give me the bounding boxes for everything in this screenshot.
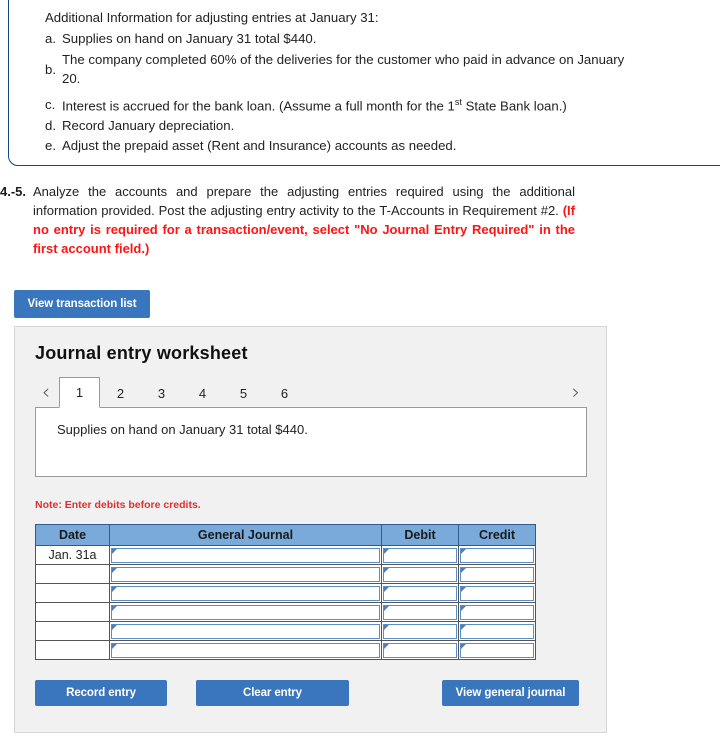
tab-content-text: Supplies on hand on January 31 total $44… — [57, 422, 308, 437]
clear-entry-button[interactable]: Clear entry — [196, 680, 349, 706]
column-header-general-journal: General Journal — [109, 524, 382, 546]
cell-credit-6[interactable] — [458, 640, 536, 660]
tab-content-panel: Supplies on hand on January 31 total $44… — [35, 407, 587, 477]
cell-date-1[interactable]: Jan. 31a — [35, 545, 110, 565]
debit-input-5[interactable] — [383, 623, 457, 639]
prev-arrow-icon[interactable]: ‹ — [35, 379, 57, 405]
cell-debit-4[interactable] — [381, 602, 459, 622]
cell-credit-5[interactable] — [458, 621, 536, 641]
table-row — [35, 602, 536, 622]
view-general-journal-button[interactable]: View general journal — [442, 680, 579, 706]
info-item-c-text-after: State Bank loan.) — [461, 98, 567, 114]
credit-input-2[interactable] — [460, 566, 534, 582]
view-transaction-list-button[interactable]: View transaction list — [14, 290, 150, 318]
journal-entry-worksheet-panel: Journal entry worksheet ‹ 1 2 3 4 5 6 › … — [14, 326, 607, 733]
tab-4[interactable]: 4 — [182, 377, 223, 408]
cell-account-6[interactable] — [109, 640, 382, 660]
cell-account-4[interactable] — [109, 602, 382, 622]
cell-account-1[interactable] — [109, 545, 382, 565]
info-item-e-key: e. — [45, 137, 56, 153]
debit-input-1[interactable] — [383, 547, 457, 563]
credit-input-6[interactable] — [460, 642, 534, 658]
credit-input-5[interactable] — [460, 623, 534, 639]
debit-input-2[interactable] — [383, 566, 457, 582]
cell-date-6[interactable] — [35, 640, 110, 660]
worksheet-title: Journal entry worksheet — [35, 343, 248, 363]
requirement-body: Analyze the accounts and prepare the adj… — [33, 183, 575, 258]
account-input-3[interactable] — [111, 585, 380, 601]
tab-6[interactable]: 6 — [264, 377, 305, 408]
cell-account-3[interactable] — [109, 583, 382, 603]
table-row — [35, 583, 536, 603]
tab-1[interactable]: 1 — [59, 377, 100, 408]
info-item-b-text: The company completed 60% of the deliver… — [62, 52, 625, 87]
table-header-row: Date General Journal Debit Credit — [35, 524, 536, 546]
info-item-e-text: Adjust the prepaid asset (Rent and Insur… — [62, 137, 457, 153]
debit-input-3[interactable] — [383, 585, 457, 601]
cell-date-2[interactable] — [35, 564, 110, 584]
record-entry-button[interactable]: Record entry — [35, 680, 167, 706]
credit-input-1[interactable] — [460, 547, 534, 563]
account-input-1[interactable] — [111, 547, 380, 563]
info-item-a-text: Supplies on hand on January 31 total $44… — [62, 30, 317, 46]
additional-information-title: Additional Information for adjusting ent… — [45, 10, 379, 25]
requirement-paragraph: 4.-5. Analyze the accounts and prepare t… — [0, 183, 575, 258]
table-row — [35, 640, 536, 660]
account-input-4[interactable] — [111, 604, 380, 620]
debits-before-credits-note: Note: Enter debits before credits. — [35, 499, 201, 511]
next-arrow-icon[interactable]: › — [565, 379, 587, 405]
cell-date-4[interactable] — [35, 602, 110, 622]
info-item-c-key: c. — [45, 96, 56, 112]
info-item-c: c. Interest is accrued for the bank loan… — [45, 96, 645, 116]
requirement-number: 4.-5. — [0, 184, 27, 199]
info-item-a-key: a. — [45, 30, 56, 46]
column-header-debit: Debit — [381, 524, 459, 546]
credit-input-4[interactable] — [460, 604, 534, 620]
info-item-e: e. Adjust the prepaid asset (Rent and In… — [45, 137, 645, 156]
info-item-c-text-before: Interest is accrued for the bank loan. (… — [62, 98, 455, 114]
info-item-c-text: Interest is accrued for the bank loan. (… — [62, 96, 645, 116]
tab-2[interactable]: 2 — [100, 377, 141, 408]
worksheet-tabstrip: ‹ 1 2 3 4 5 6 › — [35, 377, 587, 408]
column-header-credit: Credit — [458, 524, 536, 546]
info-item-b: b. The company completed 60% of the deli… — [45, 51, 645, 88]
additional-information-box: Additional Information for adjusting ent… — [8, 0, 720, 166]
account-input-6[interactable] — [111, 642, 380, 658]
table-row — [35, 564, 536, 584]
debit-input-4[interactable] — [383, 604, 457, 620]
info-item-b-key: b. — [45, 61, 56, 77]
column-header-date: Date — [35, 524, 110, 546]
cell-date-3[interactable] — [35, 583, 110, 603]
table-row: Jan. 31a — [35, 545, 536, 565]
cell-account-2[interactable] — [109, 564, 382, 584]
cell-date-5[interactable] — [35, 621, 110, 641]
info-item-d-key: d. — [45, 118, 56, 134]
account-input-2[interactable] — [111, 566, 380, 582]
info-item-c-superscript: st — [454, 96, 462, 107]
debit-input-6[interactable] — [383, 642, 457, 658]
additional-information-list: Additional Information for adjusting ent… — [45, 9, 645, 156]
tab-5[interactable]: 5 — [223, 377, 264, 408]
tab-3[interactable]: 3 — [141, 377, 182, 408]
cell-debit-1[interactable] — [381, 545, 459, 565]
credit-input-3[interactable] — [460, 585, 534, 601]
cell-account-5[interactable] — [109, 621, 382, 641]
cell-debit-2[interactable] — [381, 564, 459, 584]
info-item-d-text: Record January depreciation. — [62, 118, 235, 134]
info-item-a: a. Supplies on hand on January 31 total … — [45, 30, 645, 49]
account-input-5[interactable] — [111, 623, 380, 639]
cell-credit-3[interactable] — [458, 583, 536, 603]
cell-credit-2[interactable] — [458, 564, 536, 584]
table-row — [35, 621, 536, 641]
cell-debit-3[interactable] — [381, 583, 459, 603]
info-item-d: d. Record January depreciation. — [45, 117, 645, 136]
requirement-body-text: Analyze the accounts and prepare the adj… — [33, 184, 575, 218]
cell-debit-5[interactable] — [381, 621, 459, 641]
cell-credit-1[interactable] — [458, 545, 536, 565]
cell-debit-6[interactable] — [381, 640, 459, 660]
journal-entry-table: Date General Journal Debit Credit Jan. 3… — [35, 524, 536, 660]
cell-credit-4[interactable] — [458, 602, 536, 622]
